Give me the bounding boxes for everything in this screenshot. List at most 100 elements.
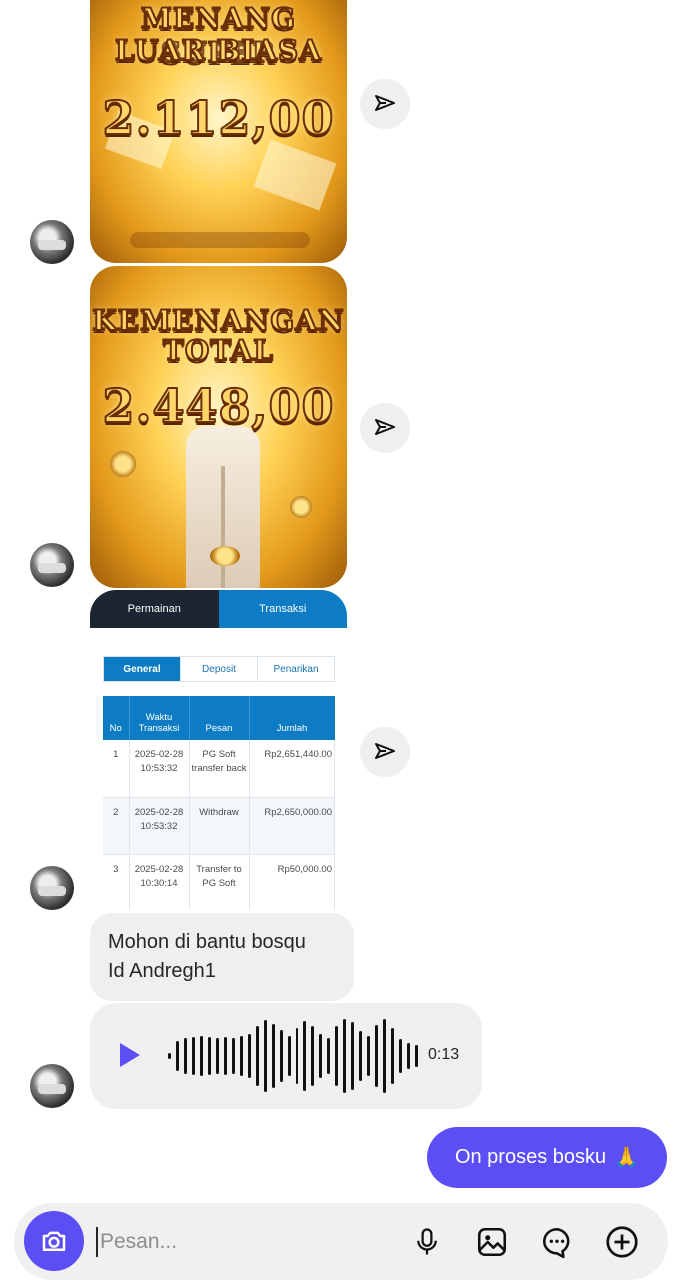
waveform-bar <box>247 1034 251 1078</box>
microphone-icon <box>417 1228 437 1255</box>
send-icon <box>375 95 395 111</box>
waveform-bar <box>255 1026 259 1086</box>
cell-amount: Rp50,000.00 <box>249 854 335 910</box>
avatar[interactable] <box>30 1064 74 1108</box>
image-amount: 2.448,00 <box>101 378 335 434</box>
voice-message[interactable]: 0:13 <box>90 1003 482 1109</box>
waveform-bar <box>168 1053 171 1059</box>
light-shard <box>253 139 337 211</box>
cell-no: 3 <box>103 854 130 910</box>
pray-emoji: 🙏 <box>614 1147 640 1169</box>
table-row: 2 2025-02-28 10:53:32 Withdraw Rp2,650,0… <box>103 797 335 855</box>
send-icon <box>375 743 395 759</box>
received-message-text: Mohon di bantu bosqu Id Andregh1 <box>108 931 306 982</box>
waveform-bar <box>223 1037 227 1075</box>
image-headline-2: LUAR BIASA <box>114 33 322 68</box>
waveform-bar <box>407 1043 411 1069</box>
waveform-bar <box>367 1036 371 1076</box>
waveform-bar <box>391 1028 395 1084</box>
waveform-bar <box>327 1038 331 1074</box>
coin <box>290 496 312 518</box>
waveform-bar <box>311 1026 315 1086</box>
col-jumlah: Jumlah <box>249 696 335 740</box>
cell-time: 2025-02-28 10:53:32 <box>129 797 190 855</box>
image-icon <box>477 1227 507 1257</box>
cell-no: 2 <box>103 797 130 855</box>
image-footer-band <box>130 232 310 248</box>
coin <box>210 546 240 566</box>
waveform-bar <box>415 1045 418 1067</box>
col-waktu: Waktu Transaksi <box>129 696 190 740</box>
microphone-button[interactable] <box>408 1223 446 1261</box>
transaction-table: No Waktu Transaksi Pesan Jumlah 1 2025-0… <box>103 696 335 910</box>
screenshot-tab-bar: Permainan Transaksi <box>90 590 347 628</box>
camera-icon <box>42 1231 66 1251</box>
waveform-bar <box>183 1038 187 1074</box>
cell-amount: Rp2,650,000.00 <box>249 797 335 855</box>
screenshot-subtabs: General Deposit Penarikan <box>103 656 335 682</box>
waveform-bar <box>343 1019 347 1093</box>
share-button[interactable] <box>360 403 410 453</box>
waveform-bar <box>351 1022 355 1090</box>
message-composer <box>14 1203 668 1280</box>
subtab-penarikan: Penarikan <box>273 663 319 675</box>
waveform-bar <box>375 1025 379 1087</box>
waveform-bar <box>335 1026 339 1086</box>
play-icon[interactable] <box>120 1043 140 1067</box>
waveform-bar <box>399 1039 403 1073</box>
waveform-bar <box>263 1020 267 1092</box>
image-amount: 2.112,00 <box>101 90 335 146</box>
plus-circle-icon <box>606 1226 638 1258</box>
waveform-bar <box>207 1037 211 1075</box>
tab-permainan: Permainan <box>90 590 219 628</box>
add-button[interactable] <box>603 1223 641 1261</box>
waveform-bar <box>303 1021 307 1091</box>
gallery-button[interactable] <box>473 1223 511 1261</box>
camera-button[interactable] <box>24 1211 84 1271</box>
waveform-bar <box>279 1030 283 1082</box>
transaction-screenshot[interactable]: Permainan Transaksi General Deposit Pena… <box>90 590 347 910</box>
waveform-bar <box>359 1031 363 1081</box>
col-pesan: Pesan <box>189 696 250 740</box>
cell-msg: Withdraw <box>189 797 250 855</box>
waveform-bar <box>215 1038 219 1074</box>
cell-time: 2025-02-28 10:30:14 <box>129 854 190 910</box>
message-input[interactable] <box>96 1227 396 1257</box>
waveform-bar <box>287 1036 291 1076</box>
waveform-bar <box>239 1036 243 1076</box>
waveform-bar <box>383 1019 387 1093</box>
jackpot-image-2[interactable]: KEMENANGAN TOTAL 2.448,00 <box>90 266 347 588</box>
waveform-bar <box>231 1038 235 1074</box>
subtab-deposit: Deposit <box>181 657 258 681</box>
share-button[interactable] <box>360 727 410 777</box>
waveform-bar <box>175 1041 179 1071</box>
waveform <box>168 1019 418 1093</box>
waveform-bar <box>271 1024 275 1088</box>
share-button[interactable] <box>360 79 410 129</box>
waveform-bar <box>199 1036 203 1076</box>
send-icon <box>375 419 395 435</box>
image-headline-2: TOTAL <box>162 333 274 368</box>
sticker-button[interactable] <box>538 1223 576 1261</box>
col-no: No <box>103 696 130 740</box>
cell-time: 2025-02-28 10:53:32 <box>129 740 190 798</box>
avatar[interactable] <box>30 220 74 264</box>
avatar[interactable] <box>30 866 74 910</box>
avatar[interactable] <box>30 543 74 587</box>
waveform-bar <box>191 1037 195 1075</box>
table-row: 1 2025-02-28 10:53:32 PG Soft transfer b… <box>103 740 335 798</box>
image-headline-1: KEMENANGAN <box>91 303 345 338</box>
cell-amount: Rp2,651,440.00 <box>249 740 335 798</box>
voice-duration: 0:13 <box>428 1046 460 1063</box>
cell-msg: PG Soft transfer back <box>189 740 250 798</box>
jackpot-image-1[interactable]: MENANG SUPER LUAR BIASA 2.112,00 <box>90 0 347 263</box>
waveform-bar <box>319 1034 323 1078</box>
tab-transaksi: Transaksi <box>218 590 347 628</box>
coin <box>110 451 136 477</box>
cell-msg: Transfer to PG Soft <box>189 854 250 910</box>
subtab-general: General <box>104 657 181 681</box>
sent-message-bubble[interactable]: On proses bosku 🙏 <box>427 1127 667 1188</box>
table-row: 3 2025-02-28 10:30:14 Transfer to PG Sof… <box>103 854 335 910</box>
chat-bubble-icon <box>542 1227 570 1259</box>
sent-message-text: On proses bosku <box>454 1146 607 1168</box>
